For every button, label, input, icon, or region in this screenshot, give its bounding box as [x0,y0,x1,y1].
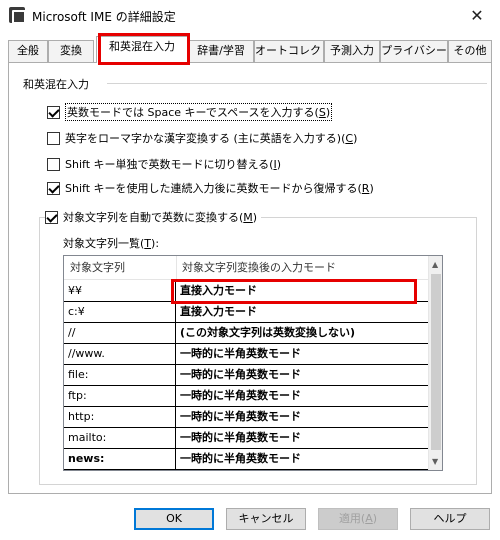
row-target: news: [64,449,176,469]
row-mode: 一時的に半角英数モード [180,410,301,423]
checkbox-romaji[interactable] [47,131,60,145]
row-mode: 直接入力モード [180,305,257,318]
tab-general[interactable]: 全般 [8,40,48,62]
checkbox-shift-return[interactable] [47,181,60,195]
tab-prediction[interactable]: 予測入力 [324,40,380,62]
title-bar: Microsoft IME の詳細設定 ✕ [0,0,500,32]
checkbox-auto-convert[interactable] [45,210,58,224]
table-row[interactable]: c:¥ 直接入力モード [64,302,428,323]
apply-accel: A [365,512,373,525]
row-target: ftp: [64,386,176,406]
help-button[interactable]: ヘルプ [410,508,490,530]
scroll-up-icon[interactable]: ▲ [432,260,438,269]
option-space-key-accel: S [318,106,326,119]
option-space-key-label: 英数モードでは Space キーでスペースを入力する( [67,106,319,119]
table-row[interactable]: mailto: 一時的に半角英数モード [64,428,428,449]
row-mode: (この対象文字列は英数変換しない) [180,326,356,339]
option-romaji-label: 英字をローマ字かな漢字変換する (主に英語を入力する)( [65,132,346,145]
row-target: //www. [64,344,176,364]
tab-privacy[interactable]: プライバシー [380,40,448,62]
table-row[interactable]: file: 一時的に半角英数モード [64,365,428,386]
option-romaji-accel: C [345,132,354,145]
header-target[interactable]: 対象文字列 [64,256,125,280]
row-target: file: [64,365,176,385]
row-target: c:¥ [64,302,176,322]
ime-app-icon [9,7,26,24]
table-row[interactable]: news: 一時的に半角英数モード [64,449,428,470]
table-row[interactable]: //www. 一時的に半角英数モード [64,344,428,365]
tab-strip: 全般 変換 和英混在入力 辞書/学習 オートコレクト 予測入力 プライバシー そ… [8,36,492,63]
tab-dictionary[interactable]: 辞書/学習 [188,40,254,62]
tab-autocorrect[interactable]: オートコレクト [254,40,332,62]
option-romaji[interactable]: 英字をローマ字かな漢字変換する (主に英語を入力する)(C) [47,129,357,147]
list-header: 対象文字列 対象文字列変換後の入力モード [64,256,428,280]
tab-highlight-box [98,33,190,65]
target-list-label: 対象文字列一覧(T): [63,237,160,250]
option-space-key[interactable]: 英数モードでは Space キーでスペースを入力する(S) [47,103,333,121]
window-title: Microsoft IME の詳細設定 [32,10,176,24]
close-button[interactable]: ✕ [454,0,500,32]
header-mode[interactable]: 対象文字列変換後の入力モード [176,256,336,280]
row-mode: 一時的に半角英数モード [180,389,301,402]
row-mode: 一時的に半角英数モード [180,347,301,360]
row-target: // [64,323,176,343]
table-row[interactable]: ftp: 一時的に半角英数モード [64,386,428,407]
tab-other[interactable]: その他 [448,40,492,62]
table-row[interactable]: http: 一時的に半角英数モード [64,407,428,428]
list-scrollbar[interactable]: ▲ ▼ [428,256,442,470]
table-row[interactable]: // (この対象文字列は英数変換しない) [64,323,428,344]
option-auto-convert[interactable]: 対象文字列を自動で英数に変換する(M) [45,209,262,225]
row-mode: 一時的に半角英数モード [180,431,301,444]
scroll-thumb[interactable] [431,274,441,450]
option-shift-switch-label: Shift キー単独で英数モードに切り替える( [65,158,274,171]
scroll-down-icon[interactable]: ▼ [432,457,438,466]
checkbox-shift-switch[interactable] [47,157,60,171]
group-divider [107,83,487,84]
option-shift-switch-accel: I [273,158,277,171]
row-target: mailto: [64,428,176,448]
checkbox-space-key[interactable] [47,105,60,119]
auto-convert-label: 対象文字列を自動で英数に変換する( [63,211,244,224]
settings-panel: 和英混在入力 英数モードでは Space キーでスペースを入力する(S) 英字を… [8,62,492,494]
group-label: 和英混在入力 [23,78,89,91]
row-target: http: [64,407,176,427]
row-target: ¥¥ [64,281,176,301]
apply-button[interactable]: 適用(A) [318,508,398,530]
ok-button[interactable]: OK [134,508,214,530]
tab-conversion[interactable]: 変換 [48,40,94,62]
row-mode: 一時的に半角英数モード [180,368,301,381]
row-highlight-box [171,279,417,304]
row-mode: 一時的に半角英数モード [180,452,301,465]
option-shift-switch[interactable]: Shift キー単独で英数モードに切り替える(I) [47,155,281,173]
cancel-button[interactable]: キャンセル [226,508,306,530]
auto-convert-accel: M [243,211,253,224]
option-shift-return-label: Shift キーを使用した連続入力後に英数モードから復帰する( [65,182,362,195]
option-shift-return[interactable]: Shift キーを使用した連続入力後に英数モードから復帰する(R) [47,179,374,197]
option-shift-return-accel: R [361,182,370,195]
